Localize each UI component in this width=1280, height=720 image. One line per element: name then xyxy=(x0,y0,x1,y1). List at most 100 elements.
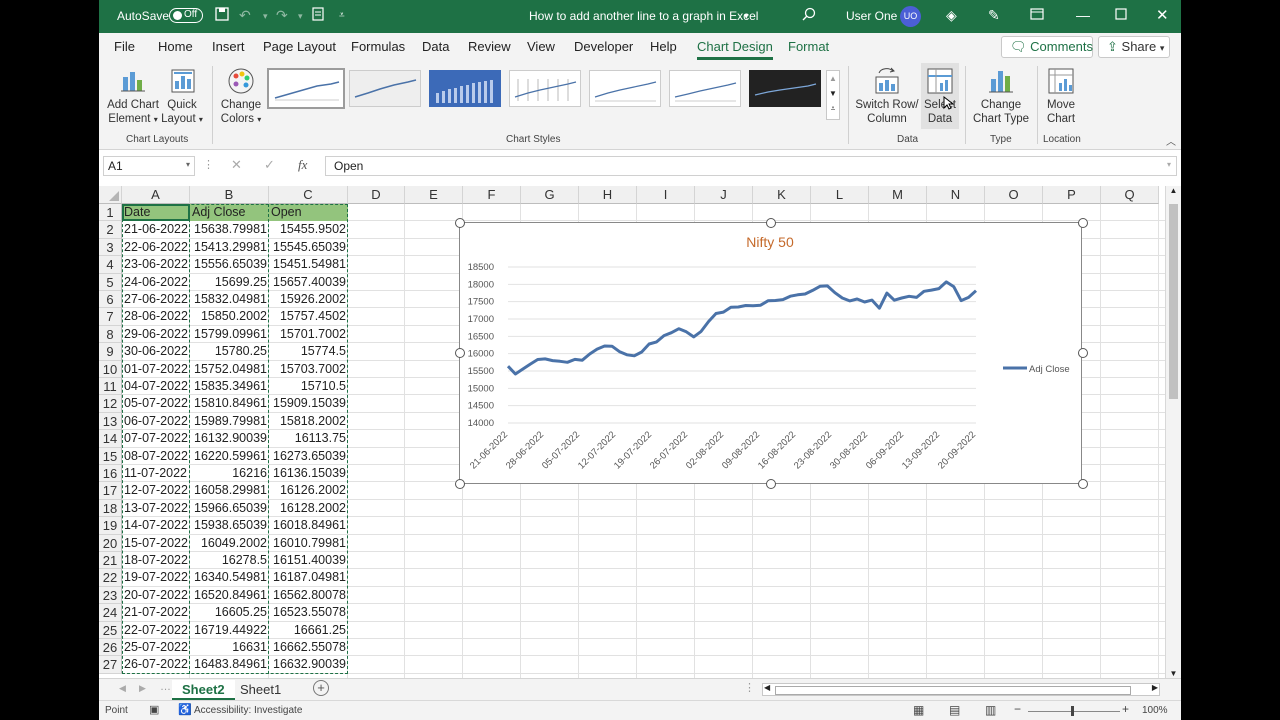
column-header-k[interactable]: K xyxy=(753,186,811,204)
cell[interactable]: 16719.44922 xyxy=(190,622,269,639)
tab-chart-design[interactable]: Chart Design xyxy=(697,39,773,60)
cell[interactable]: 15703.7002 xyxy=(269,361,348,378)
search-icon[interactable] xyxy=(802,7,816,24)
cell[interactable]: 15909.15039 xyxy=(269,395,348,412)
document-title[interactable]: How to add another line to a graph in Ex… xyxy=(529,9,758,23)
cell[interactable]: 16126.2002 xyxy=(269,482,348,499)
column-header-e[interactable]: E xyxy=(405,186,463,204)
title-dropdown-icon[interactable]: ▾ xyxy=(744,11,749,22)
column-header-d[interactable]: D xyxy=(348,186,405,204)
cell[interactable]: 16113.75 xyxy=(269,430,348,447)
row-header-26[interactable]: 26 xyxy=(99,639,122,657)
row-header-21[interactable]: 21 xyxy=(99,552,122,570)
sheet-more-icon[interactable]: … xyxy=(160,681,171,693)
tab-help[interactable]: Help xyxy=(650,39,677,54)
cell[interactable]: Date xyxy=(122,204,190,221)
cell[interactable]: 29-06-2022 xyxy=(122,326,190,343)
select-all-corner[interactable] xyxy=(99,186,122,204)
line-chart[interactable]: 14000 14500 15000 15500 16000 16500 17000 17500… xyxy=(460,223,1081,483)
cell[interactable]: 18-07-2022 xyxy=(122,552,190,569)
resize-handle-right[interactable] xyxy=(1078,348,1088,358)
page-layout-view-icon[interactable]: ▤ xyxy=(949,703,960,717)
row-header-20[interactable]: 20 xyxy=(99,534,122,552)
ribbon-display-icon[interactable] xyxy=(1030,7,1044,23)
gallery-more-icon[interactable]: ⩡ xyxy=(827,101,839,116)
row-header-14[interactable]: 14 xyxy=(99,430,122,448)
column-header-m[interactable]: M xyxy=(869,186,927,204)
row-header-15[interactable]: 15 xyxy=(99,447,122,465)
row-header-17[interactable]: 17 xyxy=(99,482,122,500)
column-header-h[interactable]: H xyxy=(579,186,637,204)
name-box[interactable]: A1 ▾ xyxy=(103,156,195,176)
cell[interactable]: 15752.04981 xyxy=(190,361,269,378)
row-header-5[interactable]: 5 xyxy=(99,273,122,291)
chart-style-3[interactable] xyxy=(429,70,501,107)
change-chart-type-button[interactable]: Change Chart Type xyxy=(971,63,1031,129)
formula-input[interactable]: Open ▾ xyxy=(325,156,1177,176)
cell[interactable]: 22-07-2022 xyxy=(122,622,190,639)
column-header-o[interactable]: O xyxy=(985,186,1043,204)
scroll-right-icon[interactable]: ▶ xyxy=(1152,683,1158,692)
comments-button[interactable]: 🗨 Comments xyxy=(1001,36,1093,58)
cell[interactable]: 15699.25 xyxy=(190,274,269,291)
cell[interactable]: 08-07-2022 xyxy=(122,448,190,465)
cell[interactable]: 16661.25 xyxy=(269,622,348,639)
cell[interactable]: 15451.54981 xyxy=(269,256,348,273)
tab-review[interactable]: Review xyxy=(468,39,511,54)
tab-insert[interactable]: Insert xyxy=(212,39,245,54)
cell[interactable]: 15455.9502 xyxy=(269,221,348,238)
cell[interactable]: 16520.84961 xyxy=(190,587,269,604)
diamond-icon[interactable]: ◈ xyxy=(946,7,957,24)
scroll-up-icon[interactable]: ▲ xyxy=(1166,186,1181,195)
customize-qat-icon[interactable]: ⩡ xyxy=(339,10,345,21)
cell[interactable]: 15850.2002 xyxy=(190,308,269,325)
cell[interactable]: 16136.15039 xyxy=(269,465,348,482)
column-header-c[interactable]: C xyxy=(269,186,348,204)
cell[interactable]: 14-07-2022 xyxy=(122,517,190,534)
row-header-25[interactable]: 25 xyxy=(99,621,122,639)
cell[interactable]: 30-06-2022 xyxy=(122,343,190,360)
resize-handle-top[interactable] xyxy=(766,218,776,228)
column-header-b[interactable]: B xyxy=(190,186,269,204)
gallery-up-icon[interactable]: ▲ xyxy=(827,71,839,86)
scroll-down-icon[interactable]: ▼ xyxy=(1166,669,1181,678)
resize-handle-bottom[interactable] xyxy=(766,479,776,489)
autosave-toggle[interactable]: Off xyxy=(169,8,203,23)
row-header-24[interactable]: 24 xyxy=(99,604,122,622)
tab-data[interactable]: Data xyxy=(422,39,449,54)
add-sheet-icon[interactable]: + xyxy=(313,680,329,696)
cell[interactable]: 16058.29981 xyxy=(190,482,269,499)
zoom-slider[interactable] xyxy=(1028,711,1120,712)
form-icon[interactable] xyxy=(312,7,324,24)
column-header-j[interactable]: J xyxy=(695,186,753,204)
cell[interactable]: 16216 xyxy=(190,465,269,482)
user-name[interactable]: User One xyxy=(846,9,897,23)
row-header-2[interactable]: 2 xyxy=(99,221,122,239)
legend-label[interactable]: Adj Close xyxy=(1029,364,1070,375)
cell[interactable]: 16220.59961 xyxy=(190,448,269,465)
close-icon[interactable]: ✕ xyxy=(1156,6,1169,24)
sheet-tab-sheet2[interactable]: Sheet2 xyxy=(172,680,235,700)
cell[interactable]: Open xyxy=(269,204,348,221)
column-header-f[interactable]: F xyxy=(463,186,521,204)
cell[interactable]: 15638.79981 xyxy=(190,221,269,238)
row-header-9[interactable]: 9 xyxy=(99,343,122,361)
insert-function-icon[interactable]: fx xyxy=(298,157,307,173)
zoom-slider-thumb[interactable] xyxy=(1071,706,1074,716)
cell[interactable]: 16523.55078 xyxy=(269,604,348,621)
cell[interactable]: 16632.90039 xyxy=(269,656,348,673)
cell[interactable]: 26-07-2022 xyxy=(122,656,190,673)
cell[interactable]: 16662.55078 xyxy=(269,639,348,656)
cell[interactable]: 16049.2002 xyxy=(190,535,269,552)
tab-developer[interactable]: Developer xyxy=(574,39,633,54)
chart-object[interactable]: 14000 14500 15000 15500 16000 16500 17000 17500… xyxy=(459,222,1082,484)
normal-view-icon[interactable]: ▦ xyxy=(913,703,924,717)
cell[interactable]: 15413.29981 xyxy=(190,239,269,256)
column-header-i[interactable]: I xyxy=(637,186,695,204)
cell[interactable]: 15832.04981 xyxy=(190,291,269,308)
row-header-19[interactable]: 19 xyxy=(99,517,122,535)
chart-style-5[interactable] xyxy=(589,70,661,107)
row-header-18[interactable]: 18 xyxy=(99,499,122,518)
row-header-23[interactable]: 23 xyxy=(99,586,122,605)
resize-handle-bottom-right[interactable] xyxy=(1078,479,1088,489)
